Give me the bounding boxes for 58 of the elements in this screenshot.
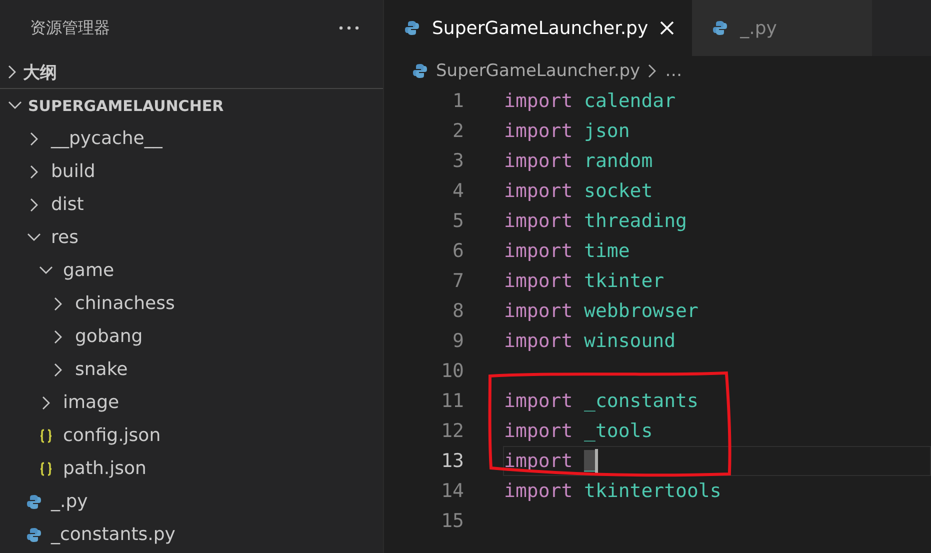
code-line: import socket [503, 179, 654, 204]
folder-item[interactable]: gobang [75, 326, 143, 347]
breadcrumb-item[interactable]: SuperGameLauncher.py [436, 61, 640, 81]
folder-item[interactable]: image [63, 392, 120, 413]
editor-tab[interactable]: _.py [692, 0, 872, 56]
line-number: 7 [452, 270, 464, 292]
code-line: import winsound [503, 329, 677, 354]
folder-item[interactable]: build [51, 161, 96, 182]
file-item[interactable]: _constants.py [51, 524, 176, 545]
line-number: 12 [440, 420, 464, 442]
line-number: 4 [452, 180, 464, 202]
python-icon [412, 63, 428, 79]
close-icon[interactable] [660, 21, 674, 35]
code-line: import _tools [503, 419, 654, 444]
file-item[interactable]: path.json [63, 458, 146, 479]
line-number: 15 [440, 510, 464, 532]
python-icon [404, 20, 420, 36]
folder-item[interactable]: snake [75, 359, 128, 380]
panel-title: 资源管理器 [30, 18, 110, 38]
line-number: 14 [440, 480, 464, 502]
line-number: 2 [452, 120, 464, 142]
code-line: import threading [503, 209, 688, 234]
folder-item[interactable]: chinachess [75, 293, 175, 314]
line-number: 3 [452, 150, 464, 172]
file-item[interactable]: _.py [51, 491, 88, 512]
line-number: 9 [452, 330, 464, 352]
code-line: import _constants [503, 389, 700, 414]
file-item[interactable]: config.json [63, 425, 161, 446]
line-number: 6 [452, 240, 464, 262]
braces-icon [38, 428, 54, 444]
code-line: import webbrowser [503, 299, 700, 324]
chevron-right-icon [648, 64, 658, 78]
code-line: import json [503, 119, 631, 144]
more-icon[interactable] [339, 26, 359, 30]
project-header[interactable]: SUPERGAMELAUNCHER [28, 96, 224, 114]
line-number: 13 [440, 450, 464, 472]
line-number: 10 [440, 360, 464, 382]
braces-icon [38, 460, 54, 476]
code-line: import random [503, 149, 654, 174]
line-number: 5 [452, 210, 464, 232]
code-line: import time [503, 239, 631, 264]
folder-item[interactable]: game [63, 260, 114, 281]
text-cursor [595, 449, 598, 473]
folder-item[interactable]: __pycache__ [51, 128, 162, 149]
python-icon [26, 526, 42, 542]
editor-tab[interactable]: SuperGameLauncher.py [384, 0, 692, 56]
code-line: import tkinter [503, 269, 666, 294]
code-line: import calendar [503, 89, 677, 114]
line-number: 8 [452, 300, 464, 322]
line-number: 1 [452, 90, 464, 112]
python-icon [712, 20, 728, 36]
folder-item[interactable]: dist [51, 194, 84, 215]
line-number: 11 [440, 390, 464, 412]
section-header[interactable]: 大纲 [23, 60, 57, 84]
breadcrumb-item[interactable]: … [665, 61, 682, 81]
python-icon [26, 494, 42, 510]
folder-item[interactable]: res [51, 227, 78, 248]
code-line: import tkintertools [503, 479, 722, 504]
